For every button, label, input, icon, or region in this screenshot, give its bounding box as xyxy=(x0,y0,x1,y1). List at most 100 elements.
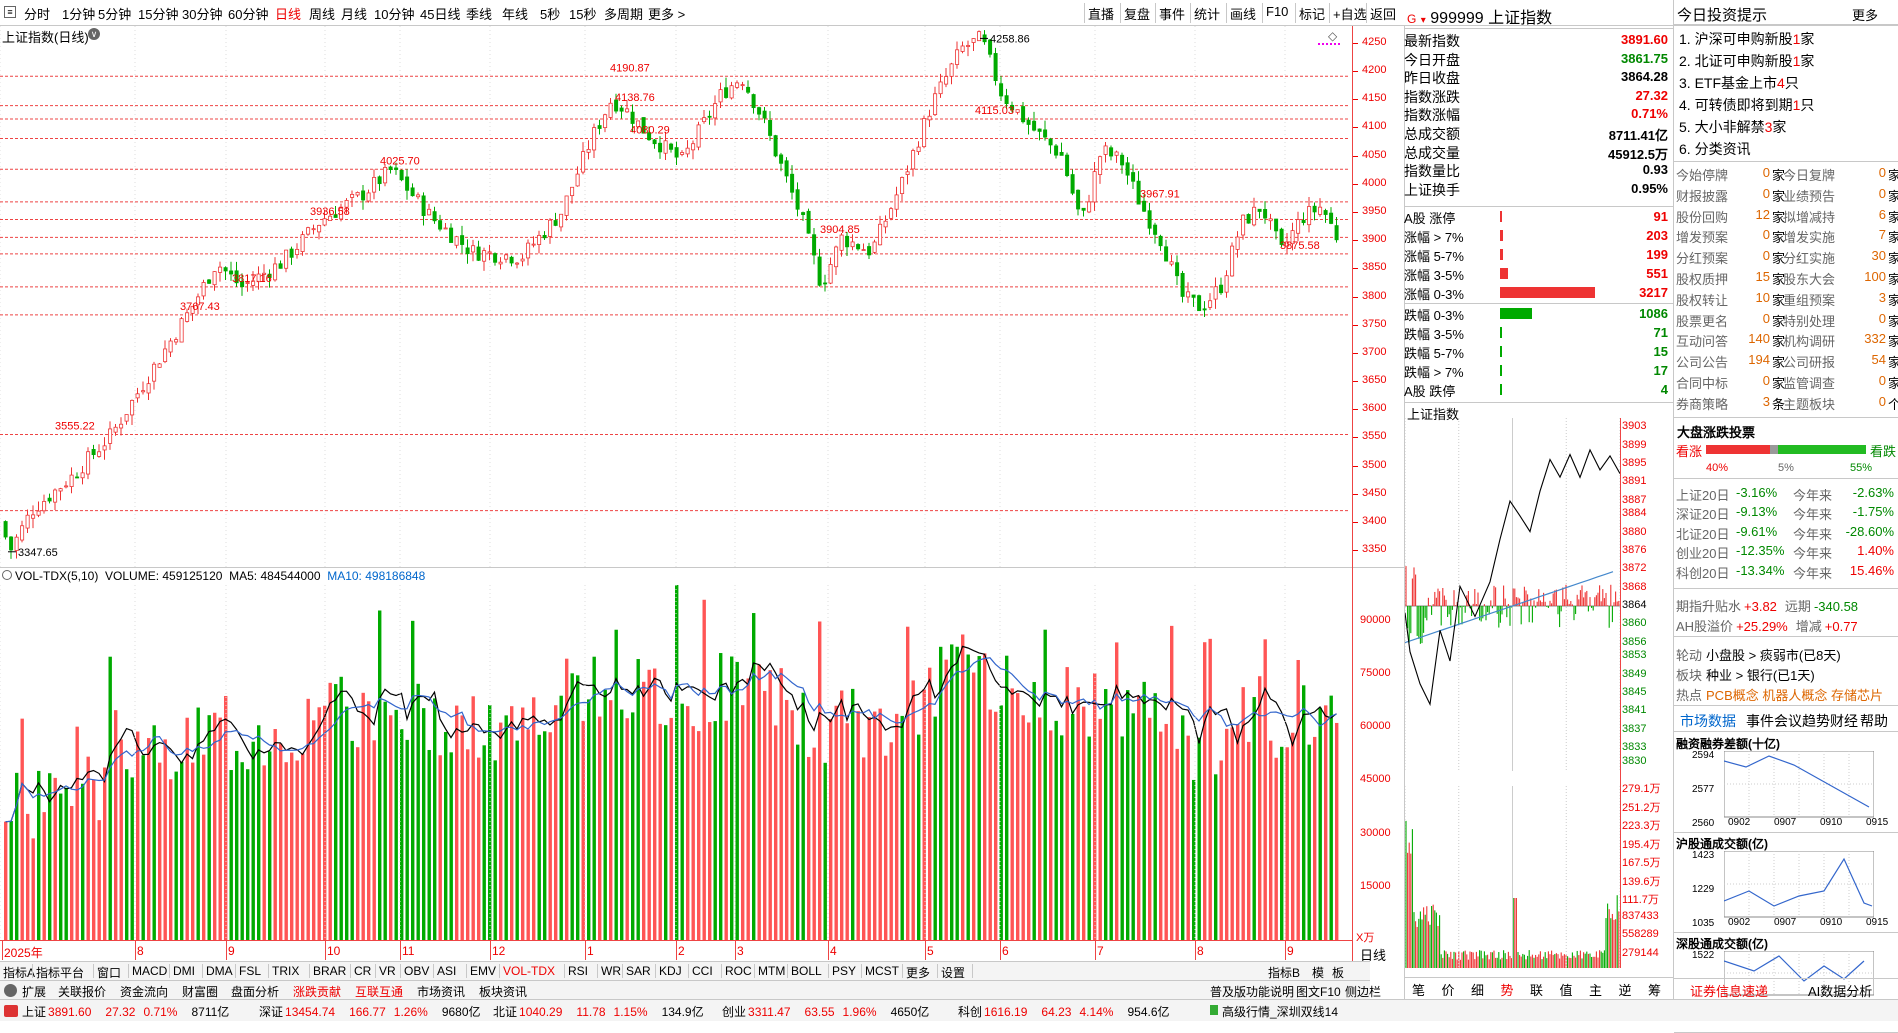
intraday-tab-6[interactable]: 主 xyxy=(1589,980,1602,999)
period-16[interactable]: 更多 > xyxy=(648,4,685,23)
sector-row[interactable]: 板块 种业 > 银行(已1天) xyxy=(1676,665,1815,684)
settings-icon[interactable] xyxy=(2,570,12,580)
top-button-0[interactable]: 直播 xyxy=(1088,4,1114,23)
indicator-tab-2[interactable]: 窗口 xyxy=(97,964,121,981)
index-bz[interactable]: 北证 1040.29 11.78 1.15% 134.9亿 xyxy=(493,1003,704,1020)
ext-tab-6[interactable]: 互联互通 xyxy=(355,983,403,1000)
ext-tab-7[interactable]: 市场资讯 xyxy=(417,983,465,1000)
news-item[interactable]: 2. 北证可申购新股1家 xyxy=(1679,51,1814,71)
top-button-6[interactable]: 标记 xyxy=(1299,4,1325,23)
news-more-link[interactable]: 更多 xyxy=(1852,5,1878,24)
market-tab-1[interactable]: 事件会议 xyxy=(1746,711,1802,731)
period-9[interactable]: 10分钟 xyxy=(374,4,414,23)
indicator-tab-4[interactable]: DMI xyxy=(173,964,195,978)
grid-cell[interactable]: 分红预案 xyxy=(1676,248,1728,267)
ext-right-tab-1[interactable]: 图文F10 xyxy=(1296,983,1341,1000)
top-button-1[interactable]: 复盘 xyxy=(1124,4,1150,23)
mini-chart-0[interactable] xyxy=(1724,751,1874,833)
grid-cell[interactable]: 机构调研 xyxy=(1783,331,1835,350)
indicator-tab-26[interactable]: 设置 xyxy=(941,964,965,981)
grid-cell[interactable]: 拟增减持 xyxy=(1783,207,1835,226)
intraday-tab-7[interactable]: 逆 xyxy=(1619,980,1632,999)
news-item[interactable]: 6. 分类资讯 xyxy=(1679,139,1751,159)
indicator-tab-6[interactable]: FSL xyxy=(239,964,261,978)
market-tab-2[interactable]: 趋势财经 xyxy=(1802,711,1858,731)
period-8[interactable]: 月线 xyxy=(341,4,367,23)
news-item[interactable]: 4. 可转债即将到期1只 xyxy=(1679,95,1814,115)
indicator-tab-1[interactable]: 指标平台 xyxy=(36,964,84,981)
right-tab-1[interactable]: 模 xyxy=(1312,964,1324,981)
grid-cell[interactable]: 监管调查 xyxy=(1783,373,1835,392)
indicator-tab-21[interactable]: MTM xyxy=(758,964,785,978)
top-button-7[interactable]: +自选 xyxy=(1333,4,1367,23)
period-6[interactable]: 日线 xyxy=(275,4,301,23)
candlestick-chart[interactable]: 4258.86 4190.87 4138.76 4080.29 4025.70 3936.… xyxy=(0,26,1352,567)
indicator-tab-20[interactable]: ROC xyxy=(725,964,752,978)
ext-tab-2[interactable]: 资金流向 xyxy=(120,983,168,1000)
indicator-tab-12[interactable]: ASI xyxy=(437,964,456,978)
grid-cell[interactable]: 增发预案 xyxy=(1676,227,1728,246)
period-3[interactable]: 15分钟 xyxy=(138,4,178,23)
grid-cell[interactable]: 重组预案 xyxy=(1783,290,1835,309)
grid-cell[interactable]: 股权转让 xyxy=(1676,290,1728,309)
period-4[interactable]: 30分钟 xyxy=(182,4,222,23)
ext-right-tab-0[interactable]: 普及版功能说明 xyxy=(1210,983,1294,1000)
indicator-tab-19[interactable]: CCI xyxy=(692,964,713,978)
period-5[interactable]: 60分钟 xyxy=(228,4,268,23)
indicator-tab-11[interactable]: OBV xyxy=(404,964,429,978)
grid-cell[interactable]: 股东大会 xyxy=(1783,269,1835,288)
news-item[interactable]: 1. 沪深可申购新股1家 xyxy=(1679,29,1814,49)
intraday-volume-chart[interactable] xyxy=(1405,786,1620,968)
intraday-tab-0[interactable]: 笔 xyxy=(1412,980,1425,999)
ext-tab-1[interactable]: 关联报价 xyxy=(58,983,106,1000)
indicator-tab-3[interactable]: MACD xyxy=(132,964,167,978)
intraday-tab-2[interactable]: 细 xyxy=(1471,980,1484,999)
news-item[interactable]: 5. 大小非解禁3家 xyxy=(1679,117,1786,137)
indicator-tab-8[interactable]: BRAR xyxy=(313,964,346,978)
grid-cell[interactable]: 今始停牌 xyxy=(1676,165,1728,184)
indicator-tab-13[interactable]: EMV xyxy=(470,964,496,978)
grid-cell[interactable]: 今日复牌 xyxy=(1783,165,1835,184)
intraday-tab-4[interactable]: 联 xyxy=(1530,980,1543,999)
indicator-tab-22[interactable]: BOLL xyxy=(791,964,822,978)
intraday-tab-1[interactable]: 价 xyxy=(1442,980,1455,999)
top-button-3[interactable]: 统计 xyxy=(1194,4,1220,23)
mini-chart-1[interactable] xyxy=(1724,851,1874,933)
intraday-tab-5[interactable]: 值 xyxy=(1560,980,1573,999)
news-express-link[interactable]: 证券信息速递 xyxy=(1690,981,1768,1000)
grid-cell[interactable]: 券商策略 xyxy=(1676,394,1728,413)
grid-cell[interactable]: 股权质押 xyxy=(1676,269,1728,288)
period-10[interactable]: 45日线 xyxy=(420,4,460,23)
grid-cell[interactable]: 业绩预告 xyxy=(1783,186,1835,205)
index-sh[interactable]: 上证 3891.60 27.32 0.71% 8711亿 xyxy=(22,1003,229,1020)
top-button-2[interactable]: 事件 xyxy=(1159,4,1185,23)
period-12[interactable]: 年线 xyxy=(502,4,528,23)
period-13[interactable]: 5秒 xyxy=(540,4,560,23)
indicator-tab-23[interactable]: PSY xyxy=(832,964,856,978)
rotation-row[interactable]: 轮动 小盘股 > 痰弱市(已8天) xyxy=(1676,645,1841,664)
server-name[interactable]: 高级行情_深圳双线14 xyxy=(1222,1003,1338,1020)
grid-cell[interactable]: 主题板块 xyxy=(1783,394,1835,413)
top-button-4[interactable]: 画线 xyxy=(1230,4,1256,23)
diamond-icon[interactable]: ◇ xyxy=(1328,29,1338,43)
intraday-chart[interactable] xyxy=(1405,418,1620,771)
indicator-tab-15[interactable]: RSI xyxy=(568,964,588,978)
grid-cell[interactable]: 公司公告 xyxy=(1676,352,1728,371)
grid-cell[interactable]: 特别处理 xyxy=(1783,311,1835,330)
collapse-icon[interactable] xyxy=(4,984,17,997)
indicator-tab-5[interactable]: DMA xyxy=(206,964,233,978)
ext-right-tab-2[interactable]: 侧边栏 xyxy=(1345,983,1381,1000)
volume-chart[interactable] xyxy=(0,585,1352,940)
menu-icon[interactable]: ≡ xyxy=(4,6,16,18)
indicator-tab-7[interactable]: TRIX xyxy=(272,964,299,978)
period-7[interactable]: 周线 xyxy=(309,4,335,23)
indicator-tab-18[interactable]: KDJ xyxy=(659,964,682,978)
grid-cell[interactable]: 合同中标 xyxy=(1676,373,1728,392)
indicator-tab-10[interactable]: VR xyxy=(379,964,396,978)
caret-down-icon[interactable]: ▾ xyxy=(1421,15,1426,26)
news-item[interactable]: 3. ETF基金上市4只 xyxy=(1679,73,1799,93)
period-14[interactable]: 15秒 xyxy=(569,4,596,23)
grid-cell[interactable]: 财报披露 xyxy=(1676,186,1728,205)
ext-tab-0[interactable]: 扩展 xyxy=(22,983,46,1000)
grid-cell[interactable]: 股票更名 xyxy=(1676,311,1728,330)
